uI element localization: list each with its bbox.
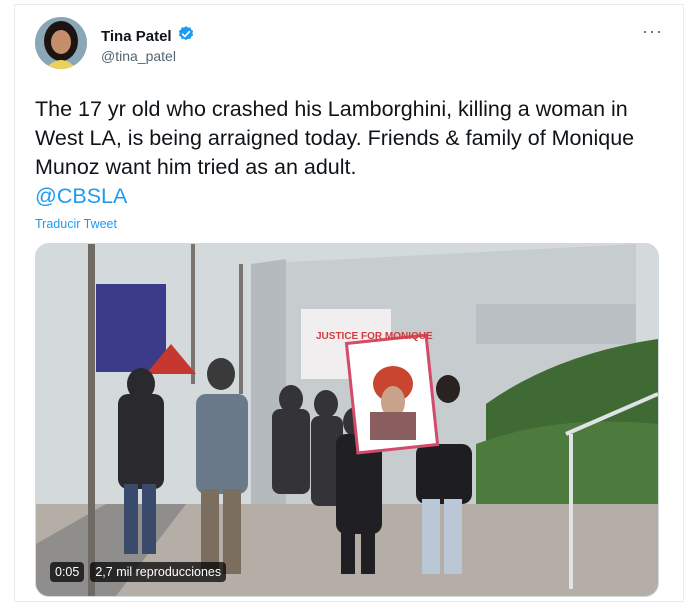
author-name-row[interactable]: Tina Patel [101,25,195,48]
view-count: 2,7 mil reproducciones [90,562,227,582]
video-time: 0:05 [50,562,85,582]
avatar[interactable] [35,17,87,69]
video-overlay: 0:05 2,7 mil reproducciones [50,562,227,582]
translate-tweet-link[interactable]: Traducir Tweet [35,217,117,231]
verified-badge-icon [177,25,195,48]
tweet-card: Tina Patel @tina_patel ··· The 17 yr old… [14,4,684,602]
protest-sign-text: JUSTICE FOR MONIQUE [316,331,433,342]
mention-link[interactable]: @CBSLA [35,184,127,208]
author-handle[interactable]: @tina_patel [101,48,176,64]
video-player[interactable]: JUSTICE FOR MONIQUE 0:05 2,7 mil reprodu… [35,243,659,597]
tweet-text: The 17 yr old who crashed his Lamborghin… [35,95,665,211]
author-name[interactable]: Tina Patel [101,28,172,45]
tweet-body: The 17 yr old who crashed his Lamborghin… [35,97,635,179]
video-frame: JUSTICE FOR MONIQUE [36,244,658,596]
more-options-icon[interactable]: ··· [642,21,663,42]
